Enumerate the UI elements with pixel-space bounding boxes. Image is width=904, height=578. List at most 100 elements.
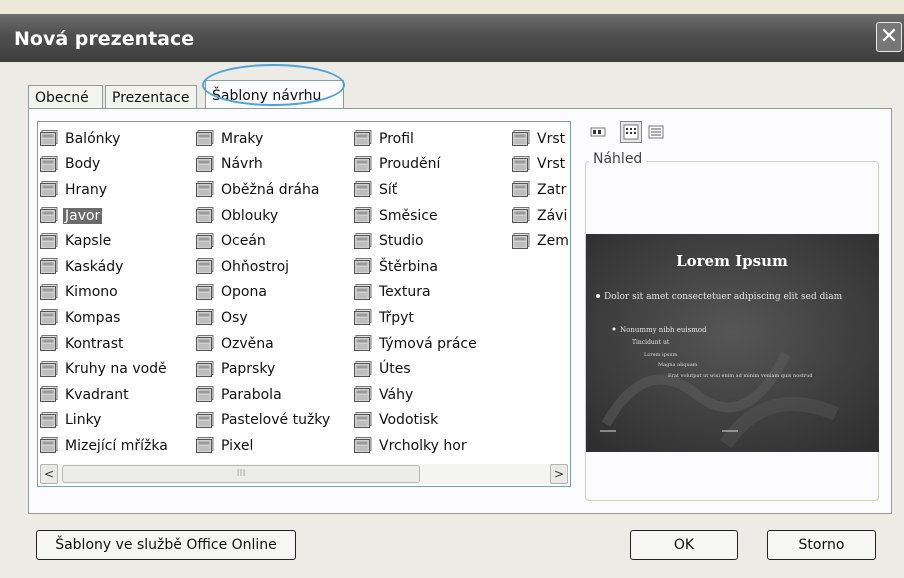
template-item[interactable]: Hrany [40,177,170,203]
template-label: Kontrast [65,335,124,352]
template-item[interactable]: Kaskády [40,254,170,280]
template-icon [196,283,216,301]
template-label: Kapsle [65,233,112,250]
template-item[interactable]: Balónky [40,126,170,152]
view-large-icons-button[interactable] [587,121,609,143]
horizontal-scrollbar[interactable]: < III > [40,464,568,484]
template-item[interactable]: Týmová práce [354,331,479,357]
template-icon [354,386,374,403]
template-item[interactable]: Vrst [512,152,570,178]
template-label: Kvadrant [65,386,129,403]
template-label: Oceán [221,233,266,250]
office-online-templates-button[interactable]: Šablony ve službě Office Online [36,530,296,560]
template-item[interactable]: Směsice [354,203,479,229]
template-item[interactable]: Kvadrant [40,382,170,408]
template-item[interactable]: Závi [512,203,570,229]
slide-preview: Lorem Ipsum Dolor sit amet consectetuer … [586,234,879,452]
template-icon [196,335,216,352]
template-icon [354,181,374,198]
template-label: Hrany [65,181,108,198]
template-icon [40,155,60,173]
template-item[interactable]: Pastelové tužky [196,408,332,434]
template-item[interactable]: Paprsky [196,356,332,382]
template-item[interactable]: Oceán [196,228,332,254]
template-item[interactable]: Parabola [196,382,332,408]
template-item[interactable]: Kimono [40,280,170,306]
template-icon [40,258,60,275]
template-item[interactable]: Oblouky [196,203,332,229]
scroll-left-button[interactable]: < [40,464,58,484]
list-column: Profil Proudění Síť Směsice Studio Štěrbina Te… [354,126,479,459]
template-item[interactable]: Proudění [354,152,479,178]
template-item[interactable]: Kapsle [40,228,170,254]
template-icon [40,335,60,352]
template-label: Štěrbina [379,258,438,275]
template-icon [512,181,532,198]
close-button[interactable]: ✕ [876,22,902,52]
slide-bullet: Nonummy nibh euismod [620,326,707,334]
template-item[interactable]: Zatr [512,177,570,203]
template-icon [354,335,374,352]
template-icon [40,181,60,198]
template-label: Linky [65,412,102,429]
template-item[interactable]: Vrcholky hor [354,433,479,459]
scroll-thumb[interactable]: III [62,465,420,483]
template-label: Mizející mřížka [65,437,168,454]
template-item[interactable]: Profil [354,126,479,152]
template-label: Mraky [221,130,264,147]
template-item[interactable]: Javor [40,203,170,229]
view-list-button[interactable] [620,121,642,143]
scroll-right-button[interactable]: > [550,464,568,484]
list-column: Mraky Návrh Oběžná dráha Oblouky Oceán Ohňost… [196,126,332,459]
template-item[interactable]: Kontrast [40,331,170,357]
template-icon [354,411,374,429]
template-item[interactable]: Návrh [196,152,332,178]
template-icon [40,386,60,403]
template-item[interactable]: Váhy [354,382,479,408]
template-label: Váhy [379,386,414,403]
cancel-button[interactable]: Storno [767,530,876,560]
template-icon [40,207,60,224]
template-label: Třpyt [379,309,414,326]
template-item[interactable]: Oběžná dráha [196,177,332,203]
template-item[interactable]: Mizející mřížka [40,433,170,459]
template-label: Vrst [537,130,566,147]
template-item[interactable]: Textura [354,280,479,306]
template-item[interactable]: Vodotisk [354,408,479,434]
template-item[interactable]: Útes [354,356,479,382]
template-item[interactable]: Kompas [40,305,170,331]
template-label: Studio [379,233,424,250]
view-details-button[interactable] [645,121,667,143]
template-item[interactable]: Kruhy na vodě [40,356,170,382]
template-icon [196,258,216,275]
template-item[interactable]: Štěrbina [354,254,479,280]
template-icon [196,386,216,403]
template-item[interactable]: Třpyt [354,305,479,331]
template-item[interactable]: Síť [354,177,479,203]
template-label: Opona [221,284,267,301]
template-item[interactable]: Opona [196,280,332,306]
template-label: Paprsky [221,361,276,378]
template-label: Javor [63,207,103,224]
template-item[interactable]: Osy [196,305,332,331]
template-item[interactable]: Pixel [196,433,332,459]
template-item[interactable]: Ozvěna [196,331,332,357]
template-item[interactable]: Vrst [512,126,570,152]
template-item[interactable]: Mraky [196,126,332,152]
template-label: Týmová práce [379,335,477,352]
template-item[interactable]: Ohňostroj [196,254,332,280]
slide-bullet: Lorem ipsum [644,352,678,358]
template-list[interactable]: Balónky Body Hrany Javor Kapsle Kaskády Kimono… [37,121,571,487]
template-label: Parabola [221,386,282,403]
template-label: Ozvěna [221,335,274,352]
template-icon [196,411,216,429]
template-icon [40,283,60,301]
template-item[interactable]: Body [40,152,170,178]
title-bar[interactable]: Nová prezentace ✕ [0,14,904,62]
template-item[interactable]: Studio [354,228,479,254]
ok-button[interactable]: OK [630,530,738,560]
template-item[interactable]: Zem [512,228,570,254]
details-view-icon [648,125,664,139]
template-item[interactable]: Linky [40,408,170,434]
slide-bullet: Erat volutpat ut wisi enim ad minim veni… [668,373,813,379]
